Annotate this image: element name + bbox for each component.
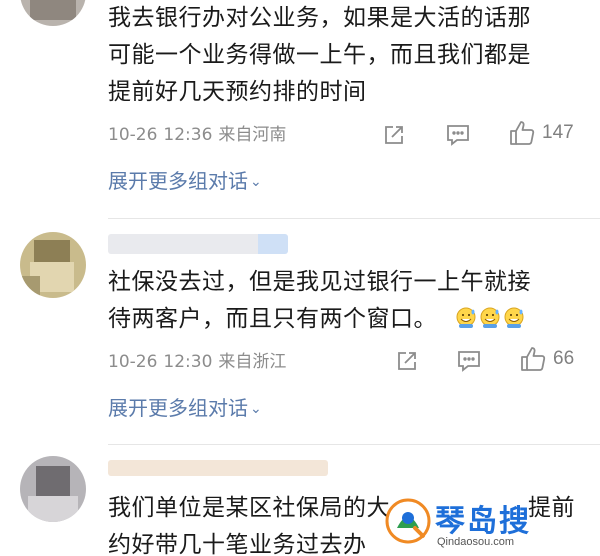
comment-line: 我去银行办对公业务，如果是大活的话那 [108,5,531,31]
avatar[interactable] [20,0,86,26]
sweat-smile-emoji-icon [503,304,525,328]
comment-line: 待两客户，而且只有两个窗口。 [108,301,578,338]
comment-meta: 10-26 12:36 来自河南 [108,124,292,146]
like-count: 147 [542,122,574,143]
sweat-smile-emoji-icon [455,304,477,328]
comment-button[interactable] [456,348,482,374]
comment-date: 10-26 [108,352,158,372]
expand-label: 展开更多组对话 [108,396,248,420]
comment-time: 12:36 [163,125,213,145]
comment-text: 我去银行办对公业务，如果是大活的话那 可能一个业务得做一上午，而且我们都是 提前… [108,0,578,111]
comment-icon [458,351,480,372]
like-button[interactable]: 66 [519,346,574,372]
watermark-logo-icon [385,498,431,544]
comment-line: 可能一个业务得做一上午，而且我们都是 [108,42,531,68]
chevron-down-icon: ⌄ [250,401,262,417]
expand-label: 展开更多组对话 [108,169,248,193]
comment-line-text: 我们单位是某区社保局的大 [108,495,390,521]
like-icon [521,347,546,371]
sweat-smile-emoji-icon [479,304,501,328]
watermark-url: Qindaosou.com [437,536,515,548]
repost-icon [385,126,403,144]
comment-icon [447,125,469,146]
expand-conversation-link[interactable]: 展开更多组对话 ⌄ [108,395,262,422]
comment-text: 社保没去过，但是我见过银行一上午就接 待两客户，而且只有两个窗口。 [108,264,578,338]
username-redacted[interactable] [108,460,328,476]
watermark: 琴岛搜 Qindaosou.com [385,496,585,556]
username-redacted[interactable] [108,234,288,254]
comment-time: 12:30 [163,352,213,372]
comment-button[interactable] [445,122,471,148]
repost-button[interactable] [395,348,419,374]
like-icon [510,121,535,145]
chevron-down-icon: ⌄ [250,174,262,190]
comment-line: 提前好几天预约排的时间 [108,79,367,105]
expand-conversation-link[interactable]: 展开更多组对话 ⌄ [108,168,262,195]
divider [108,218,600,219]
comment-location: 来自河南 [218,125,287,145]
like-count: 66 [553,348,575,369]
repost-icon [398,352,416,370]
avatar[interactable] [20,456,86,522]
comment-line-text: 待两客户，而且只有两个窗口。 [108,306,437,332]
comment-date: 10-26 [108,125,158,145]
repost-button[interactable] [382,122,406,148]
like-button[interactable]: 147 [508,120,574,146]
avatar[interactable] [20,232,86,298]
divider [108,444,600,445]
comment-line: 社保没去过，但是我见过银行一上午就接 [108,269,531,295]
watermark-title: 琴岛搜 [435,504,531,539]
comment-meta: 10-26 12:30 来自浙江 [108,351,292,373]
comment-location: 来自浙江 [218,352,287,372]
